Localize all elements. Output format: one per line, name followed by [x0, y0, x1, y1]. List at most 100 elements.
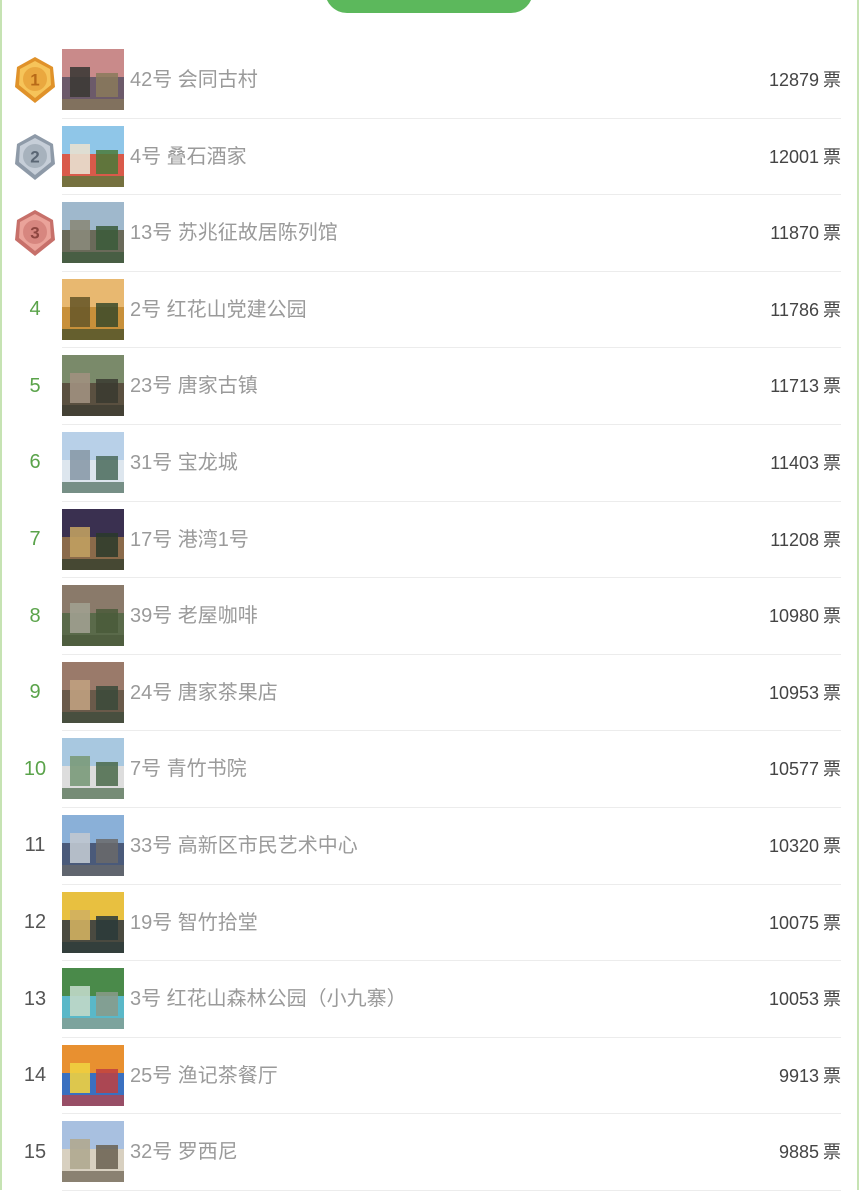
- vote-number: 11208: [770, 529, 819, 550]
- entry-name[interactable]: 24号 唐家茶果店: [130, 655, 278, 731]
- entry-name[interactable]: 2号 红花山党建公园: [130, 272, 307, 348]
- vote-count: 11208 票: [770, 502, 841, 578]
- list-item[interactable]: 11 33号 高新区市民艺术中心 10320 票: [0, 808, 859, 885]
- rank-number: 4: [29, 298, 41, 321]
- entry-name[interactable]: 17号 港湾1号: [130, 502, 249, 578]
- restaurant-photo[interactable]: [62, 125, 124, 187]
- entry-name[interactable]: 31号 宝龙城: [130, 425, 238, 501]
- rank-number: 7: [29, 528, 41, 551]
- night-harbor-photo[interactable]: [62, 508, 124, 570]
- art-center-photo[interactable]: [62, 814, 124, 876]
- city-photo[interactable]: [62, 431, 124, 493]
- vote-unit: 票: [823, 146, 841, 167]
- vote-number: 10053: [768, 989, 819, 1010]
- vote-number: 10953: [768, 682, 819, 703]
- vote-count: 11713 票: [770, 348, 841, 424]
- list-item[interactable]: 6 31号 宝龙城 11403 票: [0, 425, 859, 502]
- vote-unit: 票: [823, 223, 841, 244]
- list-item[interactable]: 3 13号 苏兆征故居陈列馆 11870 票: [0, 195, 859, 272]
- vote-count: 11870 票: [770, 195, 841, 271]
- park-photo[interactable]: [62, 278, 124, 340]
- entry-name[interactable]: 3号 红花山森林公园（小九寨）: [130, 961, 407, 1037]
- old-town-photo[interactable]: [62, 355, 124, 417]
- list-item[interactable]: 7 17号 港湾1号 11208 票: [0, 502, 859, 579]
- rank-number: 12: [23, 911, 47, 934]
- list-item[interactable]: 14 25号 渔记茶餐厅 9913 票: [0, 1038, 859, 1115]
- list-item[interactable]: 4 2号 红花山党建公园 11786 票: [0, 272, 859, 349]
- list-item[interactable]: 10 7号 青竹书院 10577 票: [0, 731, 859, 808]
- vote-count: 12879 票: [769, 42, 841, 118]
- rank-number: 13: [23, 987, 47, 1010]
- ranking-list: 1 42号 会同古村 12879 票 2 4号 叠石酒家 12001 票 3 13号 苏…: [0, 42, 859, 1191]
- vote-number: 11870: [770, 223, 819, 244]
- rank-medal-bronze-icon: 3: [0, 195, 70, 271]
- svg-text:2: 2: [30, 147, 39, 166]
- vote-unit: 票: [823, 299, 841, 320]
- list-item[interactable]: 2 4号 叠石酒家 12001 票: [0, 119, 859, 196]
- rank-medal-silver-icon: 2: [0, 119, 70, 195]
- ancient-village-photo[interactable]: [62, 49, 124, 110]
- list-item[interactable]: 12 19号 智竹拾堂 10075 票: [0, 885, 859, 962]
- entry-name[interactable]: 42号 会同古村: [130, 42, 258, 118]
- vote-number: 10577: [768, 759, 819, 780]
- vote-count: 10320 票: [769, 808, 841, 884]
- entry-name[interactable]: 25号 渔记茶餐厅: [130, 1038, 278, 1114]
- vote-unit: 票: [823, 1142, 841, 1163]
- svg-text:3: 3: [30, 224, 39, 243]
- academy-photo[interactable]: [62, 738, 124, 800]
- vote-unit: 票: [823, 759, 841, 780]
- tea-shop-photo[interactable]: [62, 661, 124, 723]
- graffiti-photo[interactable]: [62, 1044, 124, 1106]
- rank-medal-gold-icon: 1: [0, 42, 70, 118]
- vote-unit: 票: [823, 912, 841, 933]
- rank-number: 6: [29, 451, 41, 474]
- rank-number: 8: [29, 604, 41, 627]
- hotel-photo[interactable]: [62, 1121, 124, 1183]
- rank-number: 15: [23, 1140, 47, 1163]
- entry-name[interactable]: 19号 智竹拾堂: [130, 885, 258, 961]
- vote-number: 11713: [770, 376, 819, 397]
- entry-name[interactable]: 7号 青竹书院: [130, 731, 247, 807]
- vote-unit: 票: [823, 529, 841, 550]
- list-item[interactable]: 9 24号 唐家茶果店 10953 票: [0, 655, 859, 732]
- vote-unit: 票: [823, 1065, 841, 1086]
- entry-name[interactable]: 4号 叠石酒家: [130, 119, 247, 195]
- vote-number: 10980: [768, 606, 819, 627]
- vote-number: 12001: [768, 146, 819, 167]
- list-item[interactable]: 8 39号 老屋咖啡 10980 票: [0, 578, 859, 655]
- vote-count: 11403 票: [770, 425, 841, 501]
- museum-photo[interactable]: [62, 202, 124, 264]
- vote-unit: 票: [823, 682, 841, 703]
- vote-count: 10980 票: [769, 578, 841, 654]
- rank-number: 11: [24, 834, 46, 857]
- vote-count: 10075 票: [769, 885, 841, 961]
- vote-unit: 票: [823, 606, 841, 627]
- vote-unit: 票: [823, 70, 841, 90]
- vote-count: 10053 票: [769, 961, 841, 1037]
- entry-name[interactable]: 32号 罗西尼: [130, 1114, 238, 1190]
- entry-name[interactable]: 13号 苏兆征故居陈列馆: [130, 195, 338, 271]
- list-item[interactable]: 13 3号 红花山森林公园（小九寨） 10053 票: [0, 961, 859, 1038]
- vote-count: 10953 票: [769, 655, 841, 731]
- hall-photo[interactable]: [62, 891, 124, 953]
- entry-name[interactable]: 33号 高新区市民艺术中心: [130, 808, 358, 884]
- svg-text:1: 1: [30, 71, 39, 90]
- vote-number: 11786: [770, 299, 819, 320]
- rank-number: 10: [23, 757, 47, 780]
- rank-number: 5: [29, 374, 41, 397]
- list-item[interactable]: 15 32号 罗西尼 9885 票: [0, 1114, 859, 1191]
- forest-lake-photo[interactable]: [62, 968, 124, 1030]
- vote-number: 10320: [768, 835, 819, 856]
- coffee-house-photo[interactable]: [62, 585, 124, 647]
- vote-unit: 票: [823, 835, 841, 856]
- entry-name[interactable]: 23号 唐家古镇: [130, 348, 258, 424]
- entry-name[interactable]: 39号 老屋咖啡: [130, 578, 258, 654]
- list-item[interactable]: 1 42号 会同古村 12879 票: [0, 42, 859, 119]
- list-item[interactable]: 5 23号 唐家古镇 11713 票: [0, 348, 859, 425]
- vote-number: 9885: [778, 1142, 819, 1163]
- top-tab-button[interactable]: [325, 0, 533, 13]
- vote-count: 9885 票: [779, 1114, 841, 1190]
- rank-number: 14: [23, 1064, 47, 1087]
- vote-count: 9913 票: [779, 1038, 841, 1114]
- vote-count: 12001 票: [769, 119, 841, 195]
